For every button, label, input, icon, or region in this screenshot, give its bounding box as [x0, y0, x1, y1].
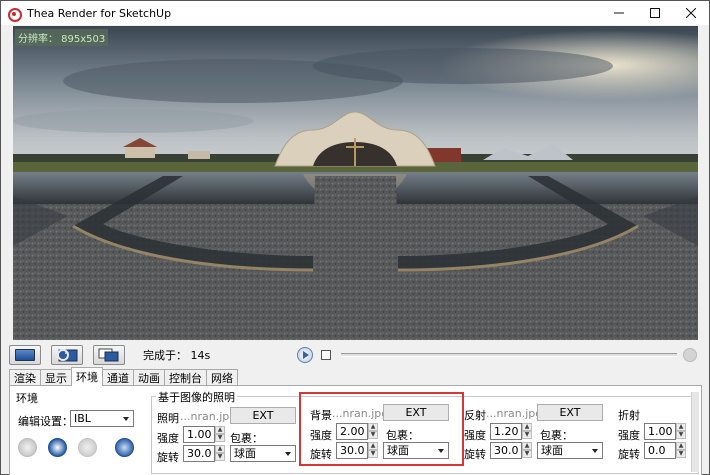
reflection-rotation-field[interactable]: 30.0 — [490, 442, 522, 459]
preset-value: IBL — [74, 412, 91, 425]
lighting-rotation-stepper[interactable]: ▲ ▼ — [215, 445, 225, 462]
panel-scrollbar[interactable] — [691, 392, 699, 472]
refraction-rotation-label: 旋转 — [618, 448, 640, 461]
refraction-intensity-label: 强度 — [618, 429, 640, 442]
refraction-rotation-stepper[interactable]: ▲ ▼ — [676, 442, 686, 459]
copy-icon — [98, 348, 119, 362]
sky-option-icon[interactable] — [18, 438, 37, 457]
sun-option-icon[interactable] — [78, 438, 97, 457]
reflection-file: ...nran.jpg — [486, 407, 543, 420]
chevron-down-icon — [119, 411, 133, 426]
title-bar: Thea Render for SketchUp — [1, 1, 709, 25]
ibl-group-title: 基于图像的照明 — [156, 389, 237, 405]
refraction-intensity-field[interactable]: 1.00 — [644, 423, 676, 440]
lighting-ext-button[interactable]: EXT — [230, 407, 296, 424]
lighting-rotation-field[interactable]: 30.0 — [183, 445, 215, 462]
minimize-button[interactable] — [601, 1, 637, 25]
reflection-wrap-label: 包裹： — [540, 429, 573, 442]
environment-group: 环境 编辑设置： IBL — [12, 390, 142, 474]
tab-render[interactable]: 渲染 — [9, 369, 41, 386]
refresh-render-button[interactable] — [51, 345, 83, 365]
save-image-button[interactable] — [9, 345, 41, 365]
settings-tabs: 渲染 显示 环境 通道 动画 控制台 网络 — [9, 367, 238, 386]
lighting-intensity-label: 强度 — [157, 432, 179, 445]
maximize-button[interactable] — [637, 1, 673, 25]
tab-console[interactable]: 控制台 — [164, 369, 207, 386]
render-image — [13, 26, 698, 340]
render-status: 完成于： 14s — [143, 349, 211, 362]
refraction-title: 折射 — [618, 409, 640, 422]
loop-checkbox[interactable] — [321, 350, 331, 360]
lighting-intensity-stepper[interactable]: ▲ ▼ — [215, 426, 225, 443]
thea-logo-icon — [7, 6, 22, 22]
reflection-rotation-label: 旋转 — [464, 448, 486, 461]
chevron-down-icon — [588, 443, 602, 458]
reflection-ext-button[interactable]: EXT — [537, 404, 603, 421]
reflection-intensity-field[interactable]: 1.20 — [490, 423, 522, 440]
lighting-intensity-field[interactable]: 1.00 — [183, 426, 215, 443]
reflection-wrap-value: 球面 — [541, 444, 563, 457]
preset-label: 编辑设置： — [18, 415, 73, 428]
app-window: Thea Render for SketchUp 分辨率： 895x503 完成… — [0, 0, 710, 475]
lighting-wrap-select[interactable]: 球面 — [230, 445, 296, 462]
lighting-rotation-label: 旋转 — [157, 451, 179, 464]
tab-channels[interactable]: 通道 — [102, 369, 134, 386]
start-render-button[interactable] — [297, 347, 313, 363]
ibl-option-icon[interactable] — [48, 438, 67, 457]
globe-option-icon[interactable] — [115, 438, 134, 457]
maximize-icon — [650, 8, 660, 18]
lighting-wrap-value: 球面 — [234, 447, 256, 460]
tab-network[interactable]: 网络 — [206, 369, 238, 386]
reflection-rotation-stepper[interactable]: ▲ ▼ — [522, 442, 532, 459]
reflection-intensity-label: 强度 — [464, 429, 486, 442]
refresh-icon — [57, 349, 78, 362]
tab-display[interactable]: 显示 — [40, 369, 72, 386]
preset-select[interactable]: IBL — [70, 410, 134, 427]
minimize-icon — [614, 12, 624, 14]
environment-group-title: 环境 — [14, 390, 40, 406]
render-toolbar: 完成于： 14s — [9, 344, 699, 366]
close-button[interactable] — [673, 1, 709, 25]
background-highlight-box — [299, 392, 464, 466]
stop-render-button[interactable] — [683, 348, 697, 362]
reflection-title: 反射 — [464, 409, 486, 422]
lighting-file: ...nran.jpg — [180, 410, 237, 423]
reflection-intensity-stepper[interactable]: ▲ ▼ — [522, 423, 532, 440]
tab-animation[interactable]: 动画 — [133, 369, 165, 386]
lighting-wrap-label: 包裹： — [230, 432, 263, 445]
tab-environment[interactable]: 环境 — [71, 367, 103, 386]
window-controls — [601, 1, 709, 25]
render-progress-bar — [341, 353, 677, 357]
monitor-icon — [15, 349, 35, 361]
refraction-intensity-stepper[interactable]: ▲ ▼ — [676, 423, 686, 440]
render-viewport[interactable]: 分辨率： 895x503 — [13, 26, 698, 340]
reflection-wrap-select[interactable]: 球面 — [537, 442, 603, 459]
window-title: Thea Render for SketchUp — [27, 6, 172, 20]
lighting-title: 照明 — [157, 412, 179, 425]
resolution-label: 分辨率： 895x503 — [15, 29, 109, 46]
copy-render-button[interactable] — [93, 345, 125, 365]
refraction-rotation-field[interactable]: 0.0 — [644, 442, 676, 459]
close-icon — [686, 8, 696, 18]
chevron-down-icon — [281, 446, 295, 461]
